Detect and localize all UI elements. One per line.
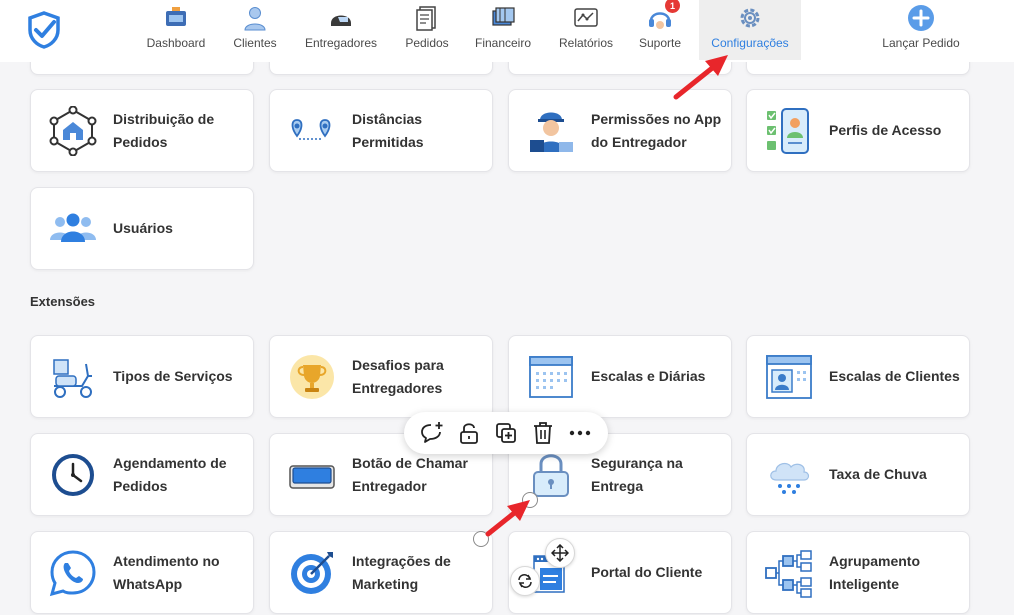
gear-icon <box>736 4 764 32</box>
whatsapp-icon <box>47 547 99 599</box>
card-taxa-chuva[interactable]: Taxa de Chuva <box>746 433 970 516</box>
target-icon <box>286 547 338 599</box>
lock-icon[interactable] <box>456 420 482 446</box>
calendar-user-icon <box>763 351 815 403</box>
nav-suporte[interactable]: 1 Suporte <box>630 0 690 60</box>
card-distribuicao-pedidos[interactable]: Distribuição de Pedidos <box>30 89 254 172</box>
user-icon <box>241 4 269 32</box>
route-pins-icon <box>286 105 338 157</box>
nav-relatorios[interactable]: Relatórios <box>550 0 622 60</box>
clock-icon <box>47 449 99 501</box>
dashboard-icon <box>162 4 190 32</box>
card-agendamento-pedidos[interactable]: Agendamento de Pedidos <box>30 433 254 516</box>
card-distancias-permitidas[interactable]: Distâncias Permitidas <box>269 89 493 172</box>
move-icon[interactable] <box>545 538 575 568</box>
duplicate-icon[interactable] <box>493 420 519 446</box>
nav-financeiro[interactable]: Financeiro <box>466 0 540 60</box>
card-atendimento-whatsapp[interactable]: Atendimento no WhatsApp <box>30 531 254 614</box>
nav-clientes[interactable]: Clientes <box>224 0 286 60</box>
scooter-delivery-icon <box>47 351 99 403</box>
calendar-grid-icon <box>525 351 577 403</box>
button-press-icon <box>286 449 338 501</box>
users-group-icon <box>47 203 99 255</box>
card-agrupamento-inteligente[interactable]: Agrupamento Inteligente <box>746 531 970 614</box>
add-circle-icon <box>907 4 935 32</box>
card-usuarios[interactable]: Usuários <box>30 187 254 270</box>
trash-icon[interactable] <box>530 420 556 446</box>
card-portal-cliente[interactable]: Portal do Cliente <box>508 531 732 614</box>
rotate-icon[interactable] <box>510 566 540 596</box>
add-comment-icon[interactable] <box>419 420 445 446</box>
selection-handle[interactable] <box>522 492 538 508</box>
trophy-icon <box>286 351 338 403</box>
access-profile-icon <box>763 105 815 157</box>
helmet-icon <box>327 4 355 32</box>
nav-entregadores[interactable]: Entregadores <box>296 0 386 60</box>
nav-configuracoes[interactable]: Configurações <box>699 0 801 60</box>
app-logo[interactable] <box>26 10 62 50</box>
delivery-person-icon <box>525 105 577 157</box>
money-stack-icon <box>489 4 517 32</box>
nav-lancar-pedido[interactable]: Lançar Pedido <box>874 0 968 60</box>
card-perfis-acesso[interactable]: Perfis de Acesso <box>746 89 970 172</box>
card-tipos-servicos[interactable]: Tipos de Serviços <box>30 335 254 418</box>
section-title-extensoes: Extensões <box>30 294 96 309</box>
card-desafios-entregadores[interactable]: Desafios para Entregadores <box>269 335 493 418</box>
element-toolbar <box>404 412 608 454</box>
nav-dashboard[interactable]: Dashboard <box>138 0 214 60</box>
card-escalas-clientes[interactable]: Escalas de Clientes <box>746 335 970 418</box>
notification-badge: 1 <box>665 0 680 13</box>
rain-cloud-icon <box>763 449 815 501</box>
card-escalas-diarias[interactable]: Escalas e Diárias <box>508 335 732 418</box>
card-integracoes-marketing[interactable]: Integrações de Marketing <box>269 531 493 614</box>
nav-pedidos[interactable]: Pedidos <box>398 0 456 60</box>
more-icon[interactable] <box>567 420 593 446</box>
receipt-icon <box>413 4 441 32</box>
network-distribution-icon <box>47 105 99 157</box>
report-chart-icon <box>572 4 600 32</box>
top-navigation: Dashboard Clientes Entregadores Pedidos … <box>0 0 1014 62</box>
selection-handle[interactable] <box>473 531 489 547</box>
hierarchy-icon <box>763 547 815 599</box>
headset-icon: 1 <box>646 0 680 32</box>
card-permissoes-app-entregador[interactable]: Permissões no App do Entregador <box>508 89 732 172</box>
